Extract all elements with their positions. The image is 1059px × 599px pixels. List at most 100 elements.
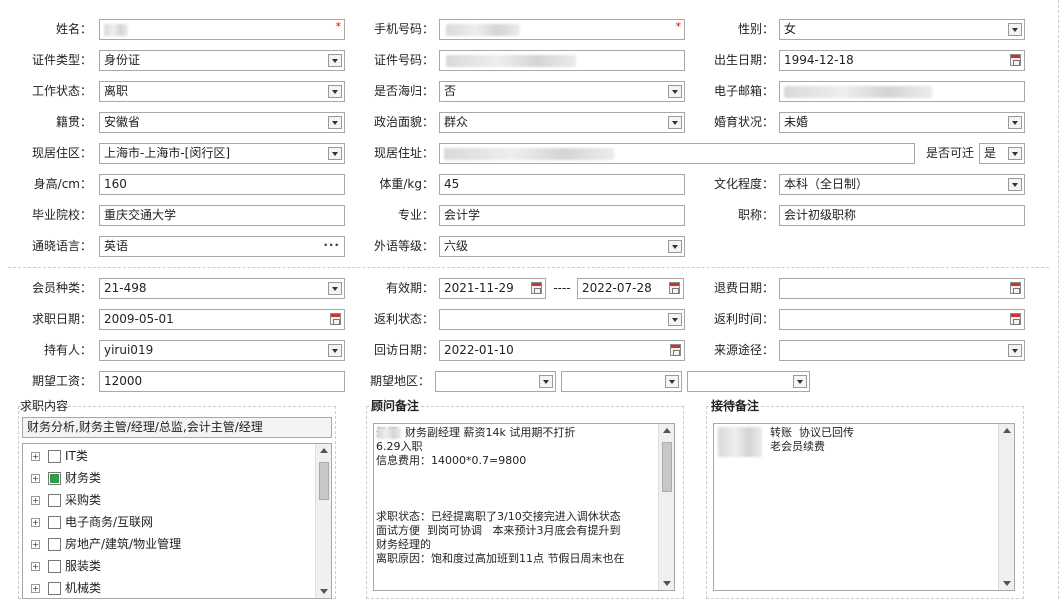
reception-scrollbar[interactable] bbox=[998, 424, 1014, 590]
tree-scrollbar[interactable] bbox=[315, 444, 331, 598]
reception-note-textarea[interactable]: 转账 协议已回传 老会员续费 bbox=[713, 423, 1015, 591]
scroll-thumb[interactable] bbox=[662, 442, 672, 492]
chevron-down-icon[interactable] bbox=[328, 116, 342, 129]
scroll-thumb[interactable] bbox=[319, 462, 329, 500]
job-date-input[interactable]: 2009-05-01 bbox=[99, 309, 345, 330]
job-category-tree[interactable]: + IT类 + 财务类 + 采购类 + 电子商务/互联网 + 房地产/建筑/物业管理 + 服装类 + 机械… bbox=[22, 443, 332, 599]
school-input[interactable]: 重庆交通大学 bbox=[99, 205, 345, 226]
native-select[interactable]: 安徽省 bbox=[99, 112, 345, 133]
chevron-down-icon[interactable] bbox=[1008, 344, 1022, 357]
chevron-down-icon[interactable] bbox=[328, 147, 342, 160]
email-input[interactable] bbox=[779, 81, 1025, 102]
returnee-select[interactable]: 否 bbox=[439, 81, 685, 102]
name-input[interactable]: * bbox=[99, 19, 345, 40]
calendar-icon[interactable] bbox=[1010, 313, 1021, 325]
chevron-down-icon[interactable] bbox=[328, 54, 342, 67]
weight-input[interactable]: 45 bbox=[439, 174, 685, 195]
salary-input[interactable]: 12000 bbox=[99, 371, 345, 392]
region-province-select[interactable] bbox=[435, 371, 556, 392]
expand-icon[interactable]: + bbox=[31, 452, 40, 461]
residence-select[interactable]: 上海市-上海市-[闵行区] bbox=[99, 143, 345, 164]
tree-checkbox[interactable] bbox=[48, 494, 61, 507]
redacted-name bbox=[104, 24, 128, 36]
tree-item[interactable]: + IT类 bbox=[31, 446, 88, 466]
tree-item[interactable]: + 房地产/建筑/物业管理 bbox=[31, 534, 181, 554]
rebate-status-select[interactable] bbox=[439, 309, 685, 330]
address-input[interactable] bbox=[439, 143, 915, 164]
chevron-down-icon[interactable] bbox=[539, 375, 553, 388]
gender-select[interactable]: 女 bbox=[779, 19, 1025, 40]
work-status-select[interactable]: 离职 bbox=[99, 81, 345, 102]
calendar-icon[interactable] bbox=[1010, 282, 1021, 294]
calendar-icon[interactable] bbox=[330, 313, 341, 325]
advisor-scrollbar[interactable] bbox=[658, 424, 674, 590]
calendar-icon[interactable] bbox=[669, 282, 680, 294]
tree-checkbox[interactable] bbox=[48, 560, 61, 573]
tree-item[interactable]: + 机械类 bbox=[31, 578, 101, 598]
chevron-down-icon[interactable] bbox=[1008, 147, 1022, 160]
tree-checkbox[interactable] bbox=[48, 472, 61, 485]
holder-select[interactable]: yirui019 bbox=[99, 340, 345, 361]
title-input[interactable]: 会计初级职称 bbox=[779, 205, 1025, 226]
validity-start-input[interactable]: 2021-11-29 bbox=[439, 278, 546, 299]
chevron-down-icon[interactable] bbox=[328, 344, 342, 357]
calendar-icon[interactable] bbox=[1010, 54, 1021, 66]
tree-checkbox[interactable] bbox=[48, 450, 61, 463]
expand-icon[interactable]: + bbox=[31, 540, 40, 549]
id-type-select[interactable]: 身份证 bbox=[99, 50, 345, 71]
major-input[interactable]: 会计学 bbox=[439, 205, 685, 226]
chevron-down-icon[interactable] bbox=[1008, 178, 1022, 191]
job-summary-field[interactable]: 财务分析,财务主管/经理/总监,会计主管/经理 bbox=[22, 417, 332, 438]
phone-input[interactable]: * bbox=[439, 19, 685, 40]
scroll-down-icon[interactable] bbox=[320, 589, 328, 594]
id-no-input[interactable] bbox=[439, 50, 685, 71]
scroll-up-icon[interactable] bbox=[663, 428, 671, 433]
political-select[interactable]: 群众 bbox=[439, 112, 685, 133]
tree-item[interactable]: + 财务类 bbox=[31, 468, 101, 488]
revisit-date-input[interactable]: 2022-01-10 bbox=[439, 340, 685, 361]
source-select[interactable] bbox=[779, 340, 1025, 361]
calendar-icon[interactable] bbox=[531, 282, 542, 294]
height-input[interactable]: 160 bbox=[99, 174, 345, 195]
chevron-down-icon[interactable] bbox=[668, 313, 682, 326]
chevron-down-icon[interactable] bbox=[328, 282, 342, 295]
marital-select[interactable]: 未婚 bbox=[779, 112, 1025, 133]
scroll-down-icon[interactable] bbox=[1003, 581, 1011, 586]
chevron-down-icon[interactable] bbox=[328, 85, 342, 98]
scroll-down-icon[interactable] bbox=[663, 581, 671, 586]
expand-icon[interactable]: + bbox=[31, 474, 40, 483]
expand-icon[interactable]: + bbox=[31, 496, 40, 505]
chevron-down-icon[interactable] bbox=[793, 375, 807, 388]
more-dots-icon[interactable]: ··· bbox=[323, 237, 340, 254]
chevron-down-icon[interactable] bbox=[668, 240, 682, 253]
advisor-note-textarea[interactable]: 录用 财务副经理 薪资14k 试用期不打折 6.29入职 信息费用：14000*… bbox=[373, 423, 675, 591]
tree-item[interactable]: + 采购类 bbox=[31, 490, 101, 510]
lang-level-select[interactable]: 六级 bbox=[439, 236, 685, 257]
tree-item[interactable]: + 电子商务/互联网 bbox=[31, 512, 153, 532]
refund-date-input[interactable] bbox=[779, 278, 1025, 299]
region-city-select[interactable] bbox=[561, 371, 682, 392]
expand-icon[interactable]: + bbox=[31, 584, 40, 593]
language-input[interactable]: 英语 ··· bbox=[99, 236, 345, 257]
calendar-icon[interactable] bbox=[670, 344, 681, 356]
chevron-down-icon[interactable] bbox=[1008, 116, 1022, 129]
tree-item[interactable]: + 服装类 bbox=[31, 556, 101, 576]
member-type-select[interactable]: 21-498 bbox=[99, 278, 345, 299]
scroll-up-icon[interactable] bbox=[1003, 428, 1011, 433]
region-district-select[interactable] bbox=[687, 371, 810, 392]
tree-checkbox[interactable] bbox=[48, 516, 61, 529]
chevron-down-icon[interactable] bbox=[1008, 23, 1022, 36]
expand-icon[interactable]: + bbox=[31, 518, 40, 527]
tree-checkbox[interactable] bbox=[48, 582, 61, 595]
chevron-down-icon[interactable] bbox=[668, 85, 682, 98]
validity-end-input[interactable]: 2022-07-28 bbox=[577, 278, 684, 299]
education-select[interactable]: 本科（全日制） bbox=[779, 174, 1025, 195]
chevron-down-icon[interactable] bbox=[668, 116, 682, 129]
birth-date-input[interactable]: 1994-12-18 bbox=[779, 50, 1025, 71]
scroll-up-icon[interactable] bbox=[320, 448, 328, 453]
rebate-time-input[interactable] bbox=[779, 309, 1025, 330]
tree-checkbox[interactable] bbox=[48, 538, 61, 551]
relocate-select[interactable]: 是 bbox=[979, 143, 1025, 164]
expand-icon[interactable]: + bbox=[31, 562, 40, 571]
chevron-down-icon[interactable] bbox=[665, 375, 679, 388]
